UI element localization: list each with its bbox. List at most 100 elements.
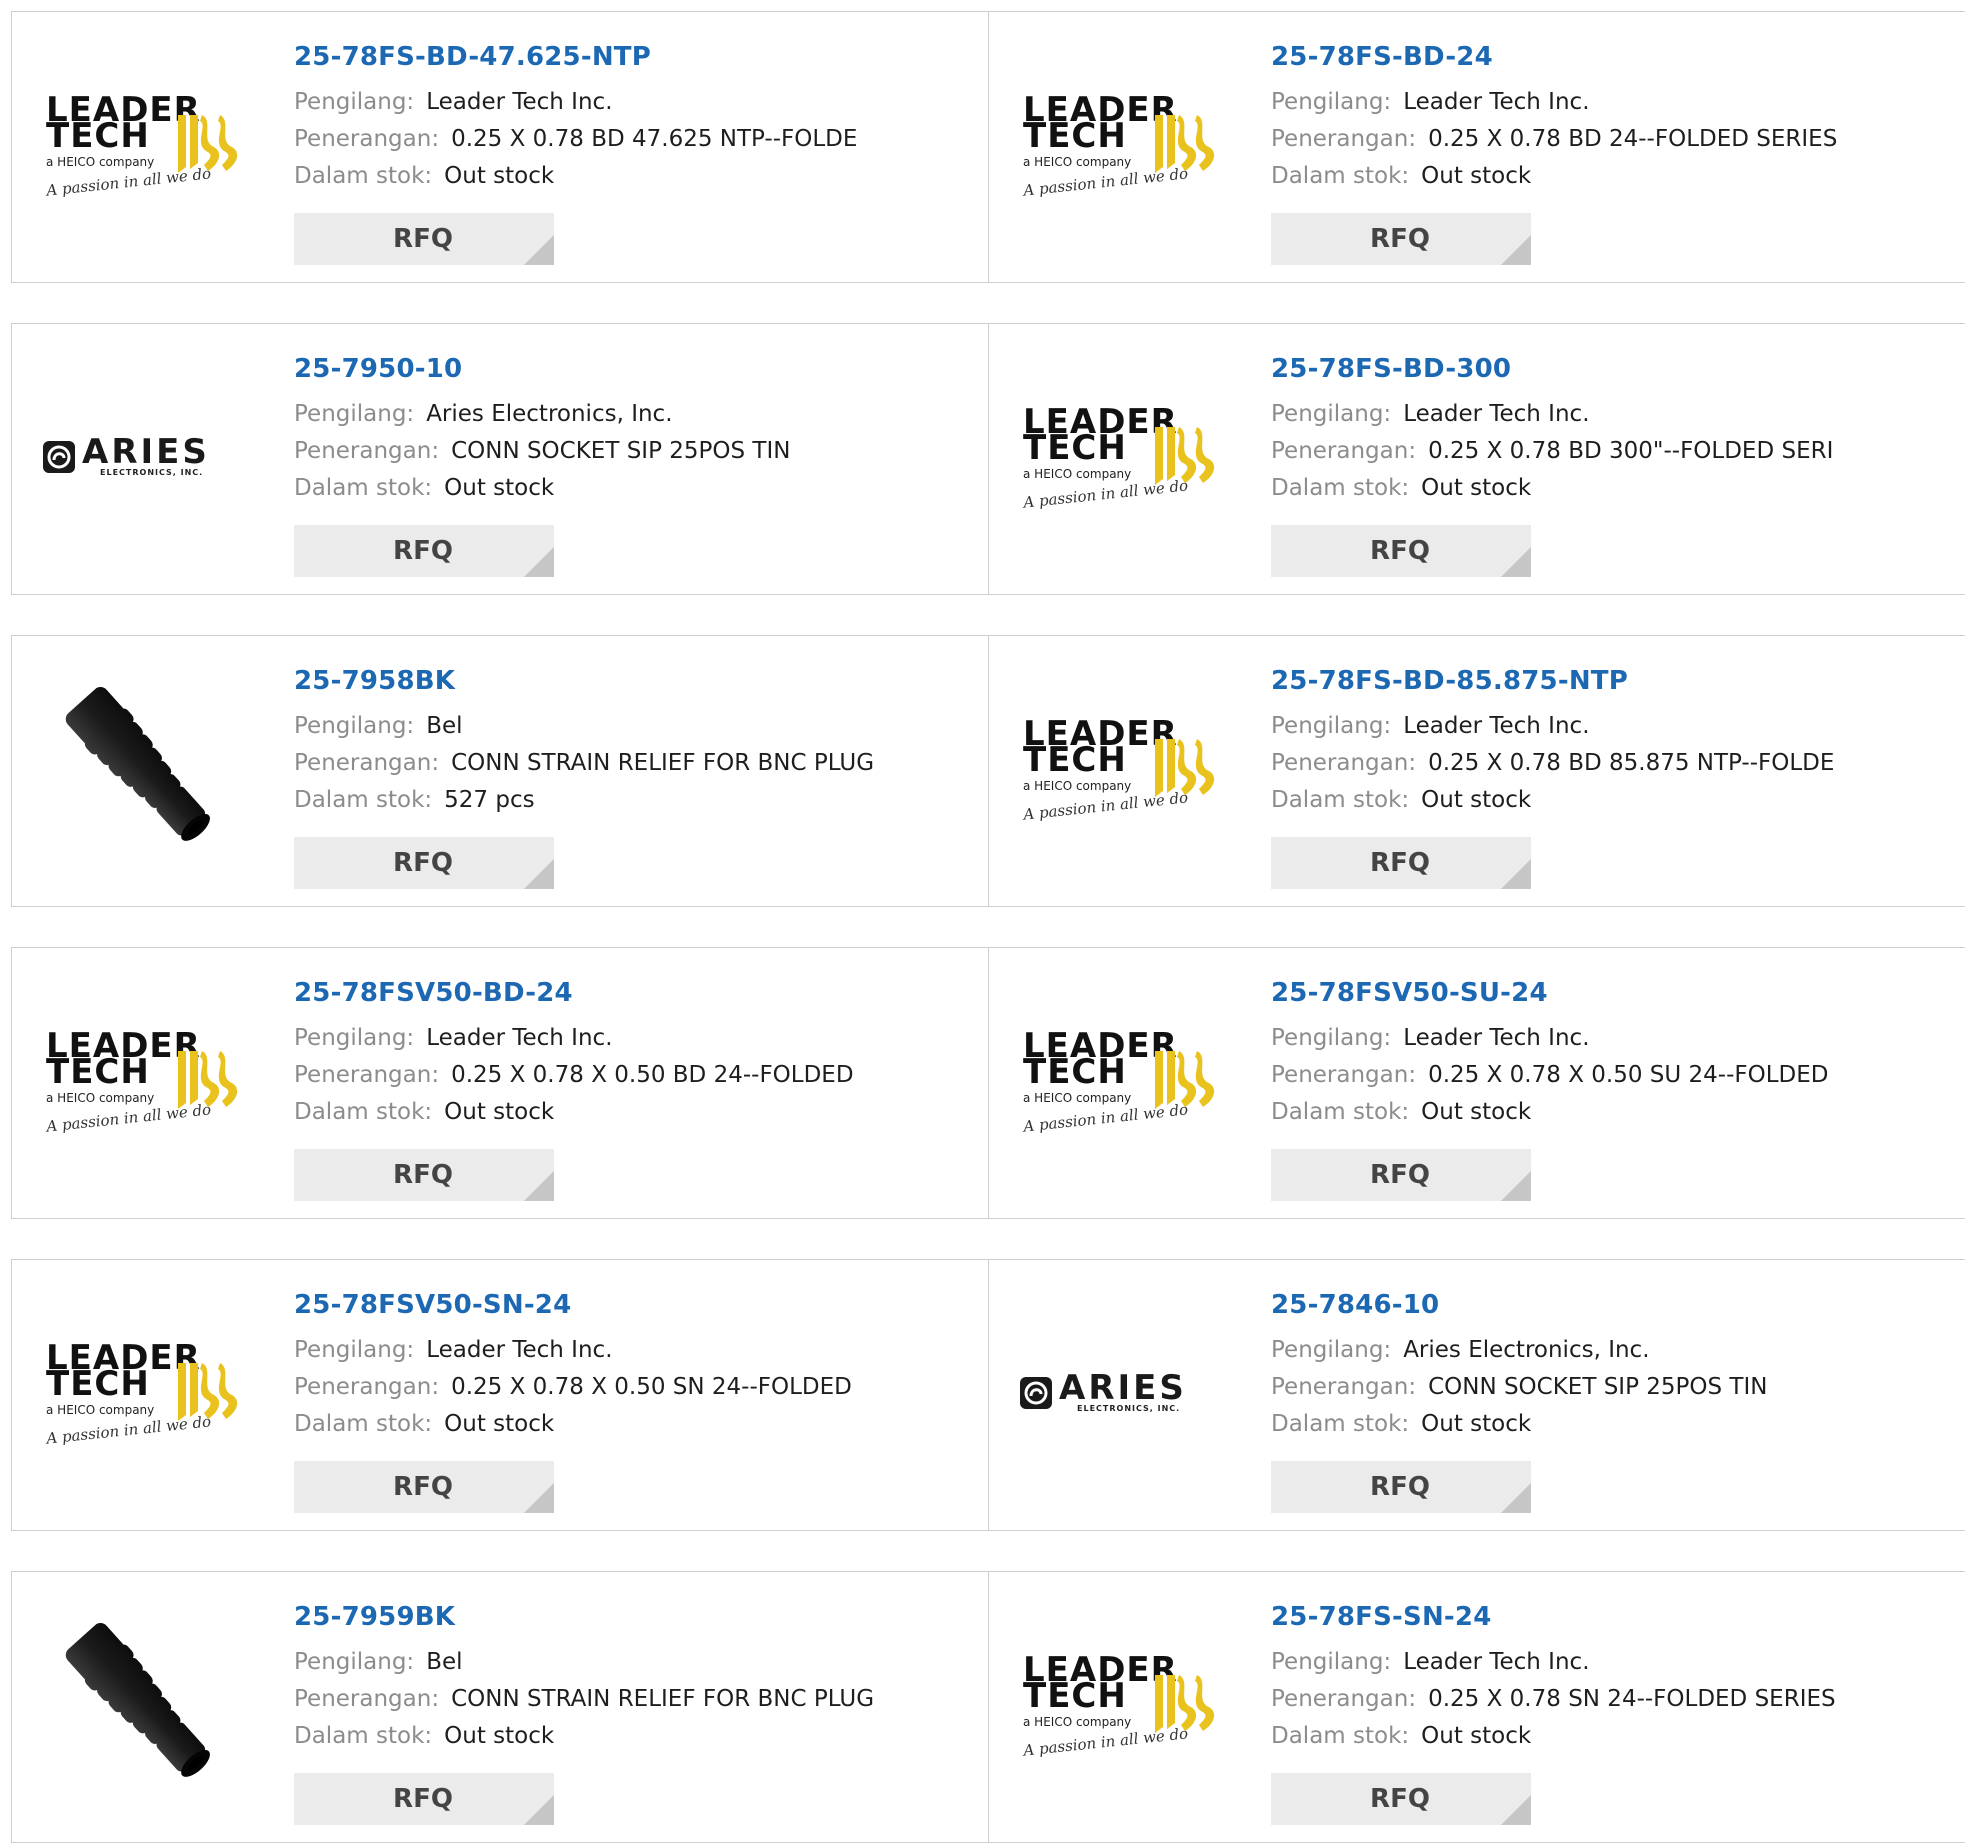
rfq-button[interactable]: RFQ: [1271, 837, 1531, 889]
part-number-link[interactable]: 25-7846-10: [1271, 1290, 1955, 1320]
part-number-link[interactable]: 25-78FSV50-BD-24: [294, 978, 978, 1008]
part-number-link[interactable]: 25-7950-10: [294, 354, 978, 384]
rfq-button[interactable]: RFQ: [294, 837, 554, 889]
rfq-button[interactable]: RFQ: [1271, 1149, 1531, 1201]
leader-tech-logo: LEADER TECH a HEICO company A passion in…: [1019, 713, 1219, 823]
product-image-slot[interactable]: LEADER TECH a HEICO company A passion in…: [37, 1294, 247, 1489]
stock-row: Dalam stok: Out stock: [1271, 1718, 1955, 1755]
logo-subtitle: ELECTRONICS, INC.: [1077, 1403, 1181, 1413]
product-row: 25-7959BK Pengilang: Bel Penerangan: CONN …: [11, 1571, 1965, 1845]
manufacturer-value: Bel: [426, 1649, 463, 1675]
stock-label: Dalam stok:: [1271, 787, 1410, 813]
description-row: Penerangan: 0.25 X 0.78 BD 300"--FOLDED S…: [1271, 433, 1955, 470]
logo-subtitle: ELECTRONICS, INC.: [100, 467, 204, 477]
product-image-slot[interactable]: ARIES ELECTRONICS, INC.: [1014, 1294, 1224, 1489]
part-number-link[interactable]: 25-78FS-BD-47.625-NTP: [294, 42, 978, 72]
product-image-slot[interactable]: [37, 670, 247, 865]
description-value: CONN SOCKET SIP 25POS TIN: [451, 438, 791, 464]
corner-triangle-icon: [524, 1795, 554, 1825]
part-number-link[interactable]: 25-78FSV50-SN-24: [294, 1290, 978, 1320]
description-label: Penerangan:: [1271, 438, 1417, 464]
part-number-link[interactable]: 25-78FS-BD-85.875-NTP: [1271, 666, 1955, 696]
stock-row: Dalam stok: Out stock: [294, 158, 978, 195]
logo-name: ARIES: [82, 431, 210, 472]
description-value: 0.25 X 0.78 X 0.50 BD 24--FOLDED: [451, 1062, 854, 1088]
product-image-slot[interactable]: LEADER TECH a HEICO company A passion in…: [1014, 358, 1224, 553]
product-image-slot[interactable]: LEADER TECH a HEICO company A passion in…: [1014, 1606, 1224, 1801]
product-info: 25-7950-10 Pengilang: Aries Electronics, …: [294, 354, 978, 507]
aries-logo: ARIES ELECTRONICS, INC.: [42, 432, 242, 477]
rfq-button[interactable]: RFQ: [294, 1461, 554, 1513]
logo-tagline: A passion in all we do: [1022, 787, 1189, 824]
stock-row: Dalam stok: Out stock: [294, 1406, 978, 1443]
description-row: Penerangan: 0.25 X 0.78 BD 85.875 NTP--FO…: [1271, 745, 1955, 782]
logo-line-2: TECH: [1023, 427, 1127, 468]
manufacturer-value: Leader Tech Inc.: [426, 89, 613, 115]
rfq-button[interactable]: RFQ: [294, 525, 554, 577]
stock-row: Dalam stok: Out stock: [1271, 158, 1955, 195]
description-label: Penerangan:: [1271, 1374, 1417, 1400]
stock-row: Dalam stok: Out stock: [294, 470, 978, 507]
product-info: 25-7846-10 Pengilang: Aries Electronics, …: [1271, 1290, 1955, 1443]
leader-tech-logo: LEADER TECH a HEICO company A passion in…: [42, 1337, 242, 1447]
product-card: LEADER TECH a HEICO company A passion in…: [988, 947, 1965, 1219]
manufacturer-row: Pengilang: Leader Tech Inc.: [1271, 1644, 1955, 1681]
description-value: CONN STRAIN RELIEF FOR BNC PLUG: [451, 1686, 875, 1712]
part-number-link[interactable]: 25-78FS-SN-24: [1271, 1602, 1955, 1632]
product-card: 25-7959BK Pengilang: Bel Penerangan: CONN …: [11, 1571, 989, 1843]
product-image-slot[interactable]: LEADER TECH a HEICO company A passion in…: [1014, 46, 1224, 241]
stock-row: Dalam stok: Out stock: [294, 1718, 978, 1755]
product-image-slot[interactable]: LEADER TECH a HEICO company A passion in…: [1014, 982, 1224, 1177]
rfq-button[interactable]: RFQ: [1271, 213, 1531, 265]
corner-triangle-icon: [1501, 1171, 1531, 1201]
part-number-link[interactable]: 25-78FS-BD-300: [1271, 354, 1955, 384]
manufacturer-label: Pengilang:: [1271, 1025, 1392, 1051]
logo-subtitle: a HEICO company: [1023, 778, 1132, 793]
rfq-button[interactable]: RFQ: [294, 1149, 554, 1201]
rfq-button[interactable]: RFQ: [294, 1773, 554, 1825]
part-number-link[interactable]: 25-7959BK: [294, 1602, 978, 1632]
rfq-button[interactable]: RFQ: [1271, 1461, 1531, 1513]
logo-tagline: A passion in all we do: [1022, 1099, 1189, 1136]
product-image-slot[interactable]: [37, 1606, 247, 1801]
product-image-slot[interactable]: LEADER TECH a HEICO company A passion in…: [37, 982, 247, 1177]
stock-row: Dalam stok: Out stock: [1271, 782, 1955, 819]
stock-label: Dalam stok:: [1271, 1723, 1410, 1749]
rfq-button[interactable]: RFQ: [1271, 525, 1531, 577]
product-row: LEADER TECH a HEICO company A passion in…: [11, 11, 1965, 285]
description-label: Penerangan:: [294, 438, 440, 464]
part-number-link[interactable]: 25-7958BK: [294, 666, 978, 696]
description-label: Penerangan:: [1271, 750, 1417, 776]
description-label: Penerangan:: [1271, 1062, 1417, 1088]
rfq-button[interactable]: RFQ: [294, 213, 554, 265]
logo-subtitle: a HEICO company: [1023, 154, 1132, 169]
manufacturer-row: Pengilang: Leader Tech Inc.: [1271, 396, 1955, 433]
strain-relief-boot-photo: [65, 1622, 210, 1777]
rfq-label: RFQ: [1370, 848, 1430, 878]
leader-tech-logo: LEADER TECH a HEICO company A passion in…: [42, 1025, 242, 1135]
leader-tech-logo: LEADER TECH a HEICO company A passion in…: [42, 89, 242, 199]
product-image-slot[interactable]: LEADER TECH a HEICO company A passion in…: [37, 46, 247, 241]
leader-tech-logo: LEADER TECH a HEICO company A passion in…: [1019, 89, 1219, 199]
product-card: ARIES ELECTRONICS, INC. 25-7950-10 Pengi…: [11, 323, 989, 595]
product-info: 25-78FSV50-SU-24 Pengilang: Leader Tech I…: [1271, 978, 1955, 1131]
stock-value: Out stock: [1421, 1099, 1532, 1125]
description-row: Penerangan: 0.25 X 0.78 BD 47.625 NTP--FO…: [294, 121, 978, 158]
product-image-slot[interactable]: LEADER TECH a HEICO company A passion in…: [1014, 670, 1224, 865]
product-card: LEADER TECH a HEICO company A passion in…: [11, 11, 989, 283]
rfq-label: RFQ: [393, 1472, 453, 1502]
leader-tech-logo: LEADER TECH a HEICO company A passion in…: [1019, 401, 1219, 511]
description-label: Penerangan:: [1271, 1686, 1417, 1712]
product-card: LEADER TECH a HEICO company A passion in…: [988, 635, 1965, 907]
stock-value: Out stock: [1421, 787, 1532, 813]
part-number-link[interactable]: 25-78FS-BD-24: [1271, 42, 1955, 72]
part-number-link[interactable]: 25-78FSV50-SU-24: [1271, 978, 1955, 1008]
rfq-button[interactable]: RFQ: [1271, 1773, 1531, 1825]
manufacturer-row: Pengilang: Aries Electronics, Inc.: [294, 396, 978, 433]
description-value: 0.25 X 0.78 X 0.50 SU 24--FOLDED: [1428, 1062, 1829, 1088]
product-row: LEADER TECH a HEICO company A passion in…: [11, 947, 1965, 1221]
product-image-slot[interactable]: ARIES ELECTRONICS, INC.: [37, 358, 247, 553]
description-value: 0.25 X 0.78 BD 24--FOLDED SERIES: [1428, 126, 1838, 152]
logo-line-2: TECH: [46, 115, 150, 156]
manufacturer-label: Pengilang:: [294, 401, 415, 427]
